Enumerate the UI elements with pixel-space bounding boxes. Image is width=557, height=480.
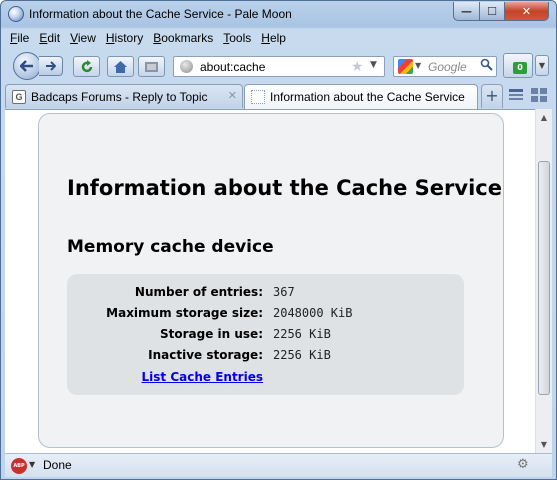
tab-label: Badcaps Forums - Reply to Topic — [31, 89, 208, 104]
row-value: 2256 KiB — [273, 348, 331, 362]
home-icon — [114, 60, 127, 73]
tab-bar: G Badcaps Forums - Reply to Topic ✕ Info… — [1, 84, 556, 109]
pale-moon-logo-icon — [8, 6, 24, 22]
section-title: Memory cache device — [67, 237, 274, 257]
menu-edit[interactable]: Edit — [34, 29, 65, 49]
menu-history[interactable]: History — [101, 29, 148, 49]
search-icon[interactable] — [480, 58, 493, 75]
url-text[interactable]: about:cache — [200, 60, 265, 74]
home-button[interactable] — [107, 56, 134, 77]
status-gear-icon[interactable]: ⚙ — [517, 457, 529, 472]
row-value: 2048000 KiB — [273, 306, 353, 320]
adblock-dropdown-icon[interactable]: ▼ — [29, 460, 35, 469]
url-history-dropdown-icon[interactable]: ▼ — [370, 60, 377, 70]
menu-bar: File Edit View History Bookmarks Tools H… — [5, 29, 291, 49]
reload-icon — [81, 59, 92, 72]
forum-favicon-icon: G — [12, 89, 26, 104]
menu-tools[interactable]: Tools — [218, 29, 256, 49]
forward-button[interactable] — [39, 56, 63, 76]
search-engine-dropdown-icon[interactable]: ▼ — [415, 61, 421, 70]
search-input[interactable]: Google — [428, 60, 467, 74]
list-cache-entries-link[interactable]: List Cache Entries — [142, 370, 263, 384]
scrollbar-thumb[interactable] — [538, 161, 550, 395]
google-engine-icon[interactable] — [398, 59, 413, 74]
extension-button[interactable]: 0 — [503, 53, 533, 78]
title-bar: Information about the Cache Service - Pa… — [1, 1, 556, 28]
scroll-up-icon[interactable]: ▲ — [536, 109, 552, 126]
row-label: Storage in use: — [159, 327, 263, 341]
row-value: 2256 KiB — [273, 327, 331, 341]
tab-groups-icon[interactable] — [530, 87, 550, 105]
row-label: Number of entries: — [134, 285, 263, 299]
toolbar-overflow-dropdown-icon[interactable]: ▼ — [535, 55, 549, 76]
vertical-scrollbar[interactable]: ▲ ▼ — [535, 109, 552, 453]
bookmark-folder-icon — [145, 62, 158, 72]
row-value: 367 — [273, 285, 295, 299]
bookmarks-toolbar-button[interactable] — [138, 56, 165, 77]
status-text: Done — [43, 458, 72, 472]
bookmark-star-icon[interactable]: ★ — [351, 59, 364, 75]
table-row: Storage in use: 2256 KiB — [67, 325, 464, 345]
back-button[interactable] — [13, 52, 41, 80]
cache-info-card: Information about the Cache Service Memo… — [38, 113, 504, 448]
row-label: Inactive storage: — [148, 348, 263, 362]
new-tab-button[interactable]: + — [481, 84, 503, 108]
back-arrow-icon — [20, 60, 33, 72]
list-all-tabs-icon[interactable] — [508, 88, 526, 104]
memory-cache-info-table: Number of entries: 367 Maximum storage s… — [67, 274, 464, 395]
maximize-button[interactable]: ☐ — [479, 2, 505, 21]
reload-button[interactable] — [73, 56, 100, 77]
search-bar[interactable]: ▼ Google — [393, 56, 497, 77]
table-row: List Cache Entries — [67, 368, 464, 388]
close-button[interactable]: ✕ — [504, 2, 549, 21]
row-label: Maximum storage size: — [106, 306, 263, 320]
extension-badge: 0 — [513, 62, 527, 74]
scroll-down-icon[interactable]: ▼ — [536, 436, 552, 453]
table-row: Inactive storage: 2256 KiB — [67, 346, 464, 366]
navigation-toolbar: about:cache ★ ▼ ▼ Google 0 ▼ — [5, 50, 553, 81]
url-bar[interactable]: about:cache ★ ▼ — [173, 56, 385, 77]
window-title: Information about the Cache Service - Pa… — [29, 7, 292, 21]
page-title: Information about the Cache Service — [67, 176, 502, 200]
minimize-button[interactable]: — — [453, 2, 480, 21]
table-row: Maximum storage size: 2048000 KiB — [67, 304, 464, 324]
blank-page-icon — [251, 90, 265, 104]
menu-view[interactable]: View — [65, 29, 101, 49]
tab-label: Information about the Cache Service — [270, 90, 465, 104]
forward-arrow-icon — [46, 61, 56, 71]
menu-file[interactable]: File — [5, 29, 34, 49]
site-identity-icon[interactable] — [180, 60, 193, 73]
tab-cache-info[interactable]: Information about the Cache Service — [244, 84, 478, 109]
browser-window: Information about the Cache Service - Pa… — [0, 0, 557, 480]
tab-badcaps[interactable]: G Badcaps Forums - Reply to Topic ✕ — [5, 84, 243, 108]
table-row: Number of entries: 367 — [67, 283, 464, 303]
status-bar: ABP ▼ Done ⚙ — [5, 453, 552, 477]
page-content: Information about the Cache Service Memo… — [5, 109, 535, 453]
menu-bookmarks[interactable]: Bookmarks — [148, 29, 218, 49]
menu-help[interactable]: Help — [256, 29, 291, 49]
adblock-plus-icon[interactable]: ABP — [11, 458, 27, 474]
close-tab-icon[interactable]: ✕ — [228, 89, 237, 102]
